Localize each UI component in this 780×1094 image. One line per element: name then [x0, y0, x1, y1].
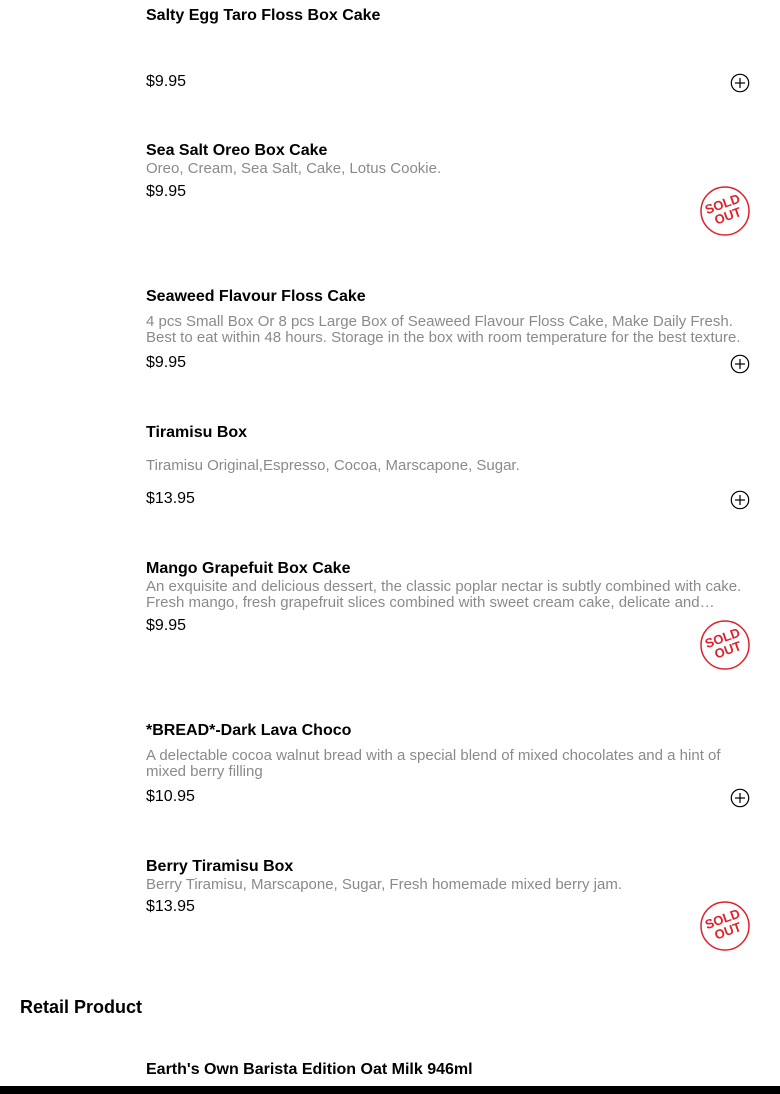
item-name: Mango Grapefuit Box Cake: [146, 560, 351, 577]
item-description: A delectable cocoa walnut bread with a s…: [146, 747, 721, 780]
sold-out-badge: SOLD OUT: [700, 901, 750, 951]
item-price: $9.95: [146, 617, 187, 634]
item-description: Oreo, Cream, Sea Salt, Cake, Lotus Cooki…: [146, 160, 442, 177]
menu-item[interactable]: Earth's Own Barista Edition Oat Milk 946…: [146, 1060, 750, 1086]
item-name: Seaweed Flavour Floss Cake: [146, 288, 366, 305]
add-to-cart-button[interactable]: [730, 73, 750, 93]
plus-circle-icon: [730, 354, 750, 374]
item-name: Berry Tiramisu Box: [146, 858, 294, 875]
sold-out-badge-icon: SOLD OUT: [700, 620, 750, 670]
item-name: Earth's Own Barista Edition Oat Milk 946…: [146, 1061, 473, 1078]
sold-out-badge: SOLD OUT: [700, 186, 750, 236]
item-name: Salty Egg Taro Floss Box Cake: [146, 7, 381, 24]
sold-out-badge: SOLD OUT: [700, 620, 750, 670]
sold-out-badge-icon: SOLD OUT: [700, 901, 750, 951]
item-price: $9.95: [146, 354, 187, 371]
add-to-cart-button[interactable]: [730, 354, 750, 374]
menu-page: Salty Egg Taro Floss Box Cake $9.95 Sea …: [0, 0, 780, 1094]
menu-item[interactable]: Tiramisu Box Tiramisu Original,Espresso,…: [146, 423, 750, 523]
plus-circle-icon: [730, 73, 750, 93]
item-price: $13.95: [146, 490, 195, 507]
item-name: *BREAD*-Dark Lava Choco: [146, 722, 352, 739]
menu-item[interactable]: *BREAD*-Dark Lava Choco A delectable coc…: [146, 721, 750, 821]
add-to-cart-button[interactable]: [730, 490, 750, 510]
section-title: Retail Product: [20, 997, 143, 1017]
item-description: 4 pcs Small Box Or 8 pcs Large Box of Se…: [146, 313, 741, 346]
menu-item[interactable]: Mango Grapefuit Box Cake An exquisite an…: [146, 559, 750, 670]
item-name: Tiramisu Box: [146, 424, 248, 441]
menu-item[interactable]: Seaweed Flavour Floss Cake 4 pcs Small B…: [146, 287, 750, 387]
item-price: $9.95: [146, 73, 187, 90]
plus-circle-icon: [730, 788, 750, 808]
bottom-bar: [0, 1086, 780, 1094]
item-description: Tiramisu Original,Espresso, Cocoa, Marsc…: [146, 457, 520, 474]
item-price: $9.95: [146, 183, 187, 200]
plus-circle-icon: [730, 490, 750, 510]
menu-item[interactable]: Berry Tiramisu Box Berry Tiramisu, Marsc…: [146, 857, 750, 957]
item-name: Sea Salt Oreo Box Cake: [146, 142, 328, 159]
menu-item[interactable]: Salty Egg Taro Floss Box Cake $9.95: [146, 6, 750, 106]
item-price: $10.95: [146, 788, 195, 805]
item-description: An exquisite and delicious dessert, the …: [146, 579, 742, 611]
item-price: $13.95: [146, 898, 195, 915]
add-to-cart-button[interactable]: [730, 788, 750, 808]
menu-item[interactable]: Sea Salt Oreo Box Cake Oreo, Cream, Sea …: [146, 141, 750, 241]
sold-out-badge-icon: SOLD OUT: [700, 186, 750, 236]
item-description: Berry Tiramisu, Marscapone, Sugar, Fresh…: [146, 876, 623, 893]
